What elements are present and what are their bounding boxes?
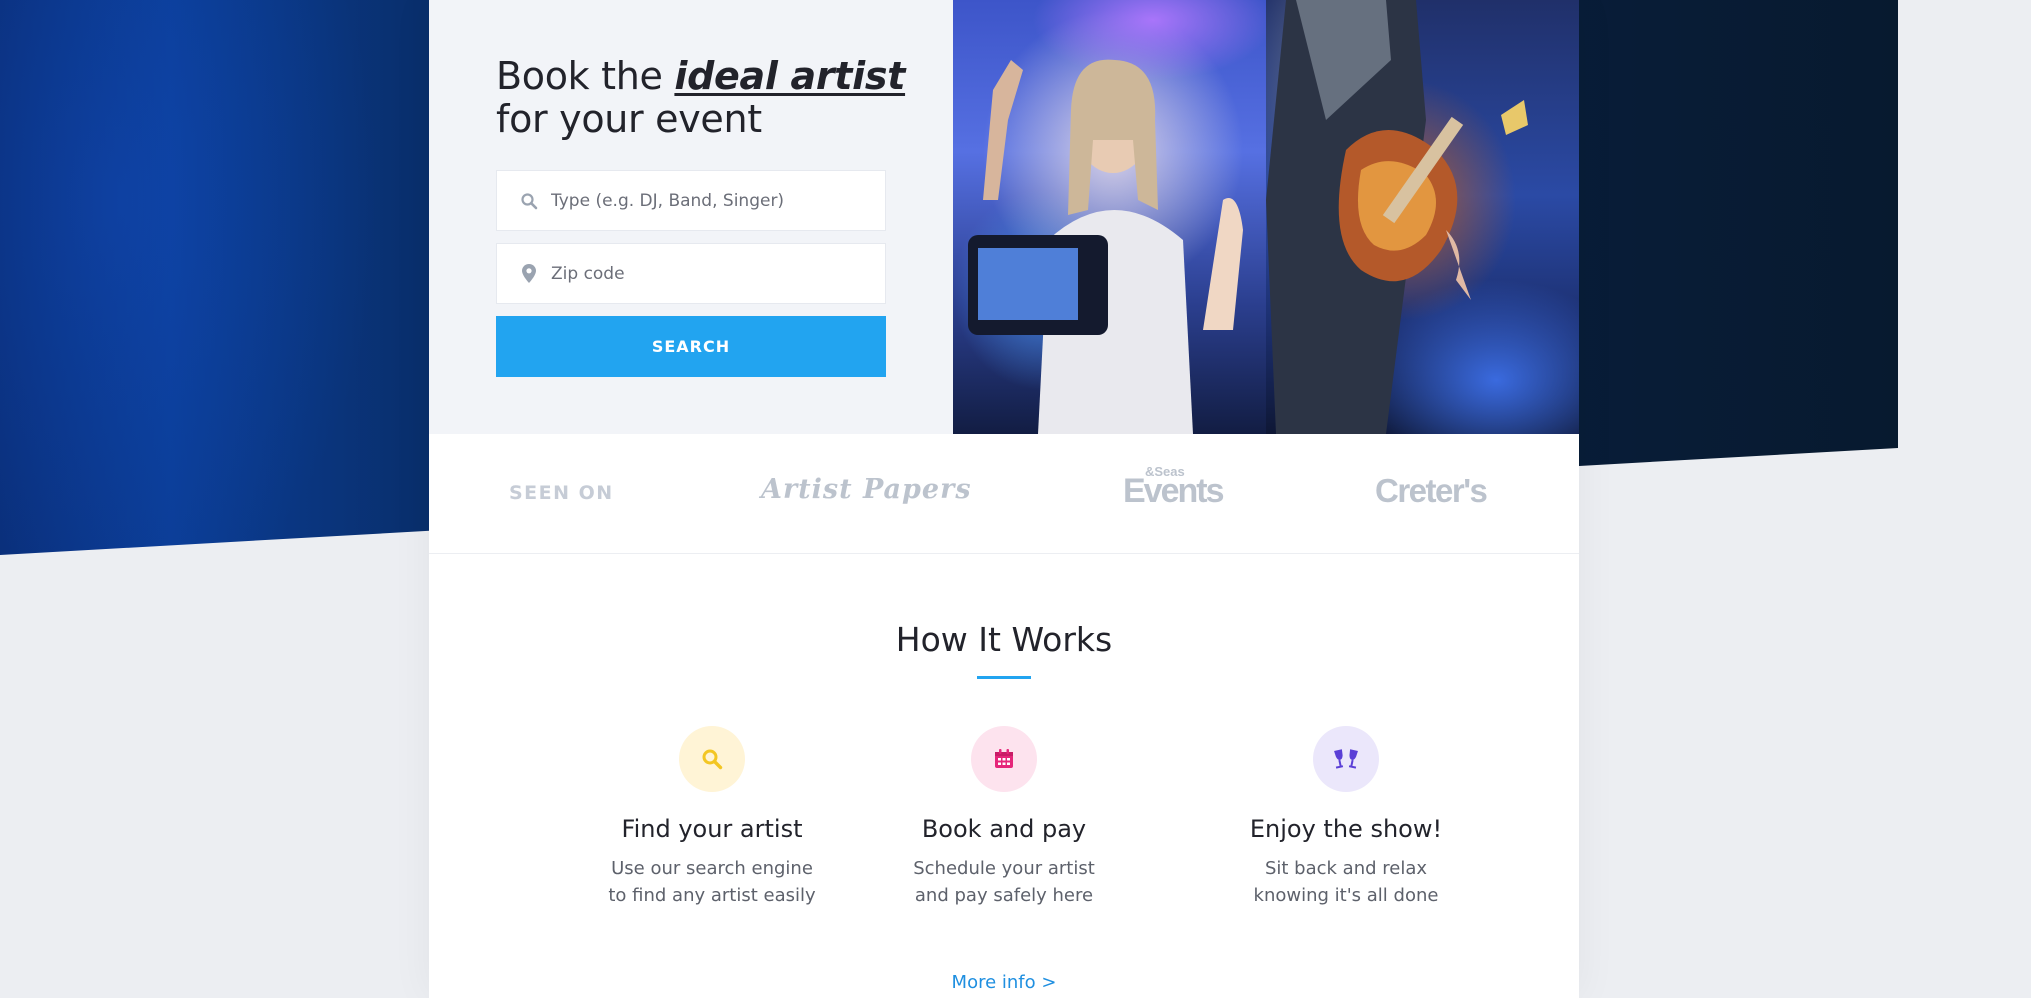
step-book-pay: Book and pay Schedule your artist and pay… [854, 726, 1154, 909]
step-desc-line: to find any artist easily [608, 885, 816, 906]
step-desc-line: Schedule your artist [913, 858, 1095, 879]
search-button[interactable]: SEARCH [496, 316, 886, 377]
seen-on-label: SEEN ON [509, 482, 614, 504]
step-description: Use our search engine to find any artist … [597, 855, 827, 909]
step-find-artist: Find your artist Use our search engine to… [562, 726, 862, 909]
zip-field[interactable] [496, 243, 886, 304]
step-desc-line: Use our search engine [611, 858, 813, 879]
headline-prefix: Book the [496, 54, 675, 98]
step-title: Enjoy the show! [1249, 815, 1443, 843]
type-input[interactable] [551, 190, 871, 211]
title-underline [977, 676, 1031, 679]
main-card: Book the ideal artistfor your event SEAR… [429, 0, 1579, 998]
search-icon [679, 726, 745, 792]
hero-headline: Book the ideal artist for your event [496, 55, 905, 141]
step-title: Find your artist [621, 815, 803, 843]
how-it-works-title: How It Works [895, 620, 1113, 659]
seen-on-strip: SEEN ON Artist Papers &Seas Events Creter… [429, 434, 1579, 554]
more-info-link[interactable]: More info > [429, 972, 1579, 993]
headline-accent: ideal artist [674, 54, 906, 98]
artist-papers-logo: Artist Papers [761, 474, 972, 505]
step-title: Book and pay [921, 815, 1087, 843]
hero-search-panel: Book the ideal artistfor your event SEAR… [429, 0, 953, 434]
calendar-icon [971, 726, 1037, 792]
step-desc-line: knowing it's all done [1253, 885, 1439, 906]
step-desc-line: and pay safely here [914, 885, 1094, 906]
events-logo-superscript: &Seas [1145, 464, 1185, 479]
step-description: Sit back and relax knowing it's all done [1231, 855, 1461, 909]
events-logo: &Seas Events [1123, 464, 1224, 511]
cheers-glasses-icon [1313, 726, 1379, 792]
map-pin-icon [519, 264, 539, 284]
step-description: Schedule your artist and pay safely here [889, 855, 1119, 909]
singer-photo [953, 0, 1266, 434]
type-field[interactable] [496, 170, 886, 231]
search-icon [519, 191, 539, 211]
creters-logo: Creter's [1375, 472, 1488, 509]
zip-input[interactable] [551, 263, 871, 284]
step-enjoy-show: Enjoy the show! Sit back and relax knowin… [1196, 726, 1496, 909]
guitarist-photo [1266, 0, 1579, 434]
step-desc-line: Sit back and relax [1264, 858, 1428, 879]
headline-line2: for your event [496, 97, 762, 141]
